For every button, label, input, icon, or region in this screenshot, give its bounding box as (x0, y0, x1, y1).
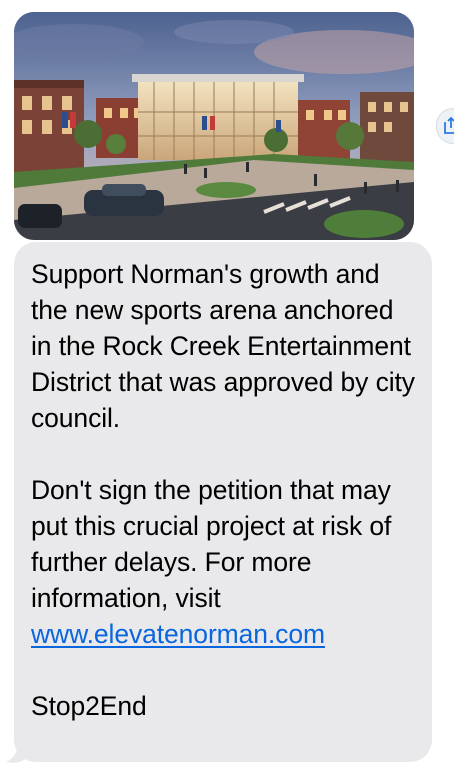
share-button[interactable] (436, 108, 454, 144)
share-icon (444, 117, 454, 134)
message-bubble: Support Norman's growth and the new spor… (14, 242, 432, 762)
bubble-tail (6, 742, 28, 763)
website-link[interactable]: www.elevatenorman.com (31, 619, 325, 649)
message-paragraph-1: Support Norman's growth and the new spor… (31, 259, 415, 433)
message-thread: Support Norman's growth and the new spor… (0, 0, 454, 775)
message-paragraph-2: Don't sign the petition that may put thi… (31, 472, 416, 652)
message-signoff: Stop2End (31, 691, 147, 721)
message-paragraph-2-text: Don't sign the petition that may put thi… (31, 475, 392, 613)
image-attachment[interactable] (14, 12, 414, 240)
arena-rendering-image (14, 12, 414, 240)
